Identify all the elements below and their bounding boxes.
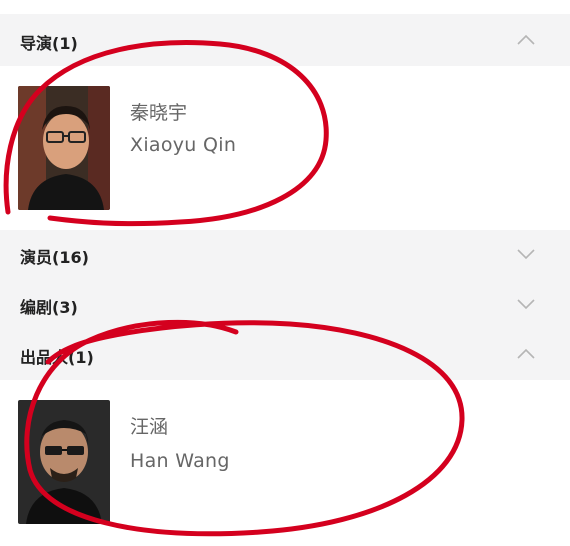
person-name-chinese: 汪涵 <box>130 416 169 438</box>
section-header-director[interactable]: 导演(1) <box>0 14 570 66</box>
person-name-chinese: 秦晓宇 <box>130 102 188 124</box>
section-header-actors[interactable]: 演员(16) <box>0 230 570 282</box>
section-title: 出品人(1) <box>20 348 94 367</box>
section-header-producers[interactable]: 出品人(1) <box>0 330 570 380</box>
person-card-director[interactable]: 秦晓宇 Xiaoyu Qin <box>0 66 570 230</box>
chevron-down-icon[interactable] <box>516 294 536 314</box>
chevron-up-icon[interactable] <box>516 30 536 50</box>
person-card-producer[interactable]: 汪涵 Han Wang <box>0 380 570 546</box>
chevron-up-icon[interactable] <box>516 344 536 364</box>
section-header-writers[interactable]: 编剧(3) <box>0 282 570 330</box>
top-spacer <box>0 0 570 14</box>
person-name-english: Han Wang <box>130 450 230 472</box>
section-title: 导演(1) <box>20 34 78 53</box>
section-title: 演员(16) <box>20 248 89 267</box>
person-name-english: Xiaoyu Qin <box>130 134 237 156</box>
section-title: 编剧(3) <box>20 298 78 317</box>
chevron-down-icon[interactable] <box>516 244 536 264</box>
producer-avatar <box>18 400 110 524</box>
director-avatar <box>18 86 110 210</box>
